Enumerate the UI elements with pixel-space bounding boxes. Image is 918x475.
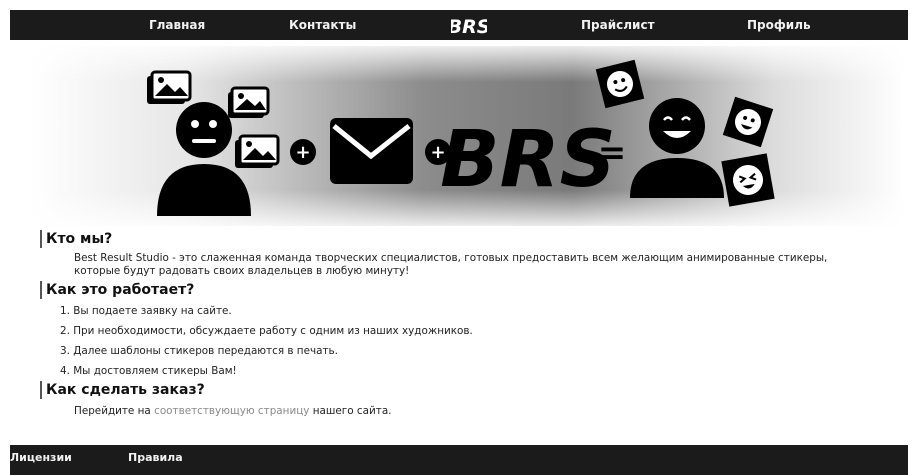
top-nav: Главная Контакты BRS Прайслист Профиль xyxy=(10,10,908,40)
step-item: 2. При необходимости, обсуждаете работу … xyxy=(60,325,473,337)
about-heading: Кто мы? xyxy=(40,230,870,248)
image-icon xyxy=(147,70,192,104)
brs-logo[interactable]: BRS xyxy=(451,12,487,38)
step-item: 1. Вы подаете заявку на сайте. xyxy=(60,305,232,317)
plus-icon: + xyxy=(290,139,316,165)
order-heading: Как сделать заказ? xyxy=(40,381,870,399)
banner-logo-text: BRS xyxy=(440,115,616,205)
hero-banner: + + BRS = xyxy=(30,46,906,226)
footer: Лицензии Правила xyxy=(10,445,908,475)
nav-contacts-link[interactable]: Контакты xyxy=(289,10,356,40)
nav-pricelist-link[interactable]: Прайслист xyxy=(581,10,655,40)
order-text-before: Перейдите на xyxy=(74,405,151,417)
order-text: Перейдите на соответствующую страницу на… xyxy=(74,405,870,418)
image-icon xyxy=(235,134,280,168)
how-heading: Как это работает? xyxy=(40,281,870,299)
step-item: 4. Мы достовляем стикеры Вам! xyxy=(60,365,237,377)
main-content: Кто мы? Best Result Studio - это слаженн… xyxy=(40,230,870,421)
image-icon xyxy=(228,86,270,118)
sticker-icon xyxy=(721,153,775,207)
order-text-after: нашего сайта. xyxy=(312,405,392,417)
footer-licenses-link[interactable]: Лицензии xyxy=(10,451,72,464)
nav-home-link[interactable]: Главная xyxy=(149,10,205,40)
hero-illustration: + + BRS = xyxy=(30,46,906,226)
plus-sign-1: + xyxy=(295,142,310,163)
envelope-icon xyxy=(330,118,413,184)
footer-rules-link[interactable]: Правила xyxy=(128,451,183,464)
nav-logo-text: BRS xyxy=(451,16,487,38)
about-text: Best Result Studio - это слаженная коман… xyxy=(74,252,828,277)
nav-profile-link[interactable]: Профиль xyxy=(747,10,811,40)
order-page-link[interactable]: соответствующую страницу xyxy=(154,405,309,417)
steps-list: 1. Вы подаете заявку на сайте. 2. При не… xyxy=(40,301,870,381)
equals-icon: = xyxy=(598,133,627,173)
step-item: 3. Далее шаблоны стикеров передаются в п… xyxy=(60,345,338,357)
